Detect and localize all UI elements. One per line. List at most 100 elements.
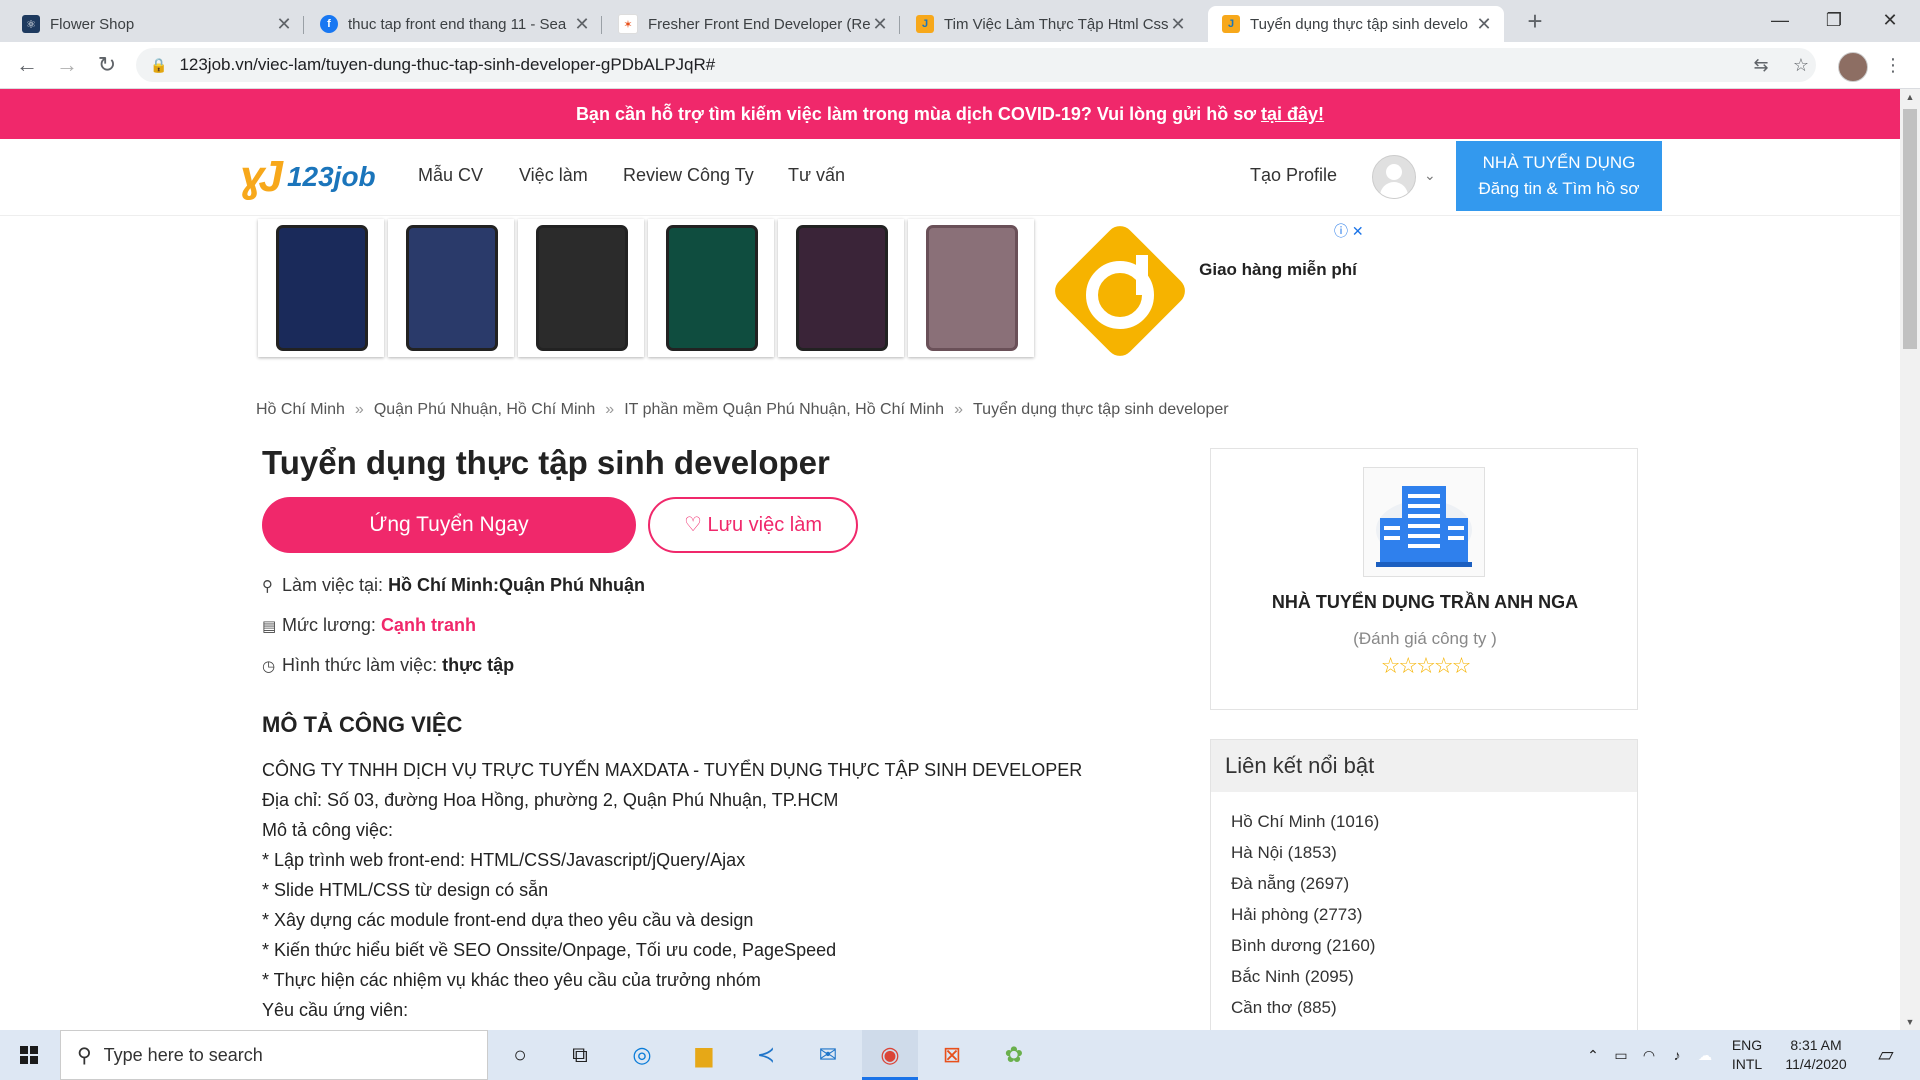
cortana-icon[interactable]: ○ (492, 1030, 548, 1080)
minimize-icon[interactable]: — (1750, 0, 1810, 40)
nav-cv-templates[interactable]: Mẫu CV (418, 165, 483, 186)
company-logo[interactable] (1363, 467, 1485, 577)
wifi-icon[interactable]: ◠ (1636, 1030, 1662, 1080)
create-profile-link[interactable]: Tạo Profile (1250, 165, 1337, 186)
breadcrumb-item[interactable]: Quận Phú Nhuận, Hồ Chí Minh (374, 401, 595, 418)
start-button[interactable] (0, 1030, 58, 1080)
site-logo[interactable]: ɣJ 123job (240, 151, 376, 203)
mail-icon[interactable]: ✉ (800, 1030, 856, 1080)
language-code: ENG (1731, 1037, 1763, 1053)
close-icon[interactable]: ✕ (572, 14, 592, 35)
featured-link[interactable]: Đà nẵng (2697) (1231, 868, 1379, 899)
back-icon[interactable]: ← (12, 50, 42, 80)
new-tab-button[interactable]: + (1520, 6, 1550, 36)
apply-button[interactable]: Ứng Tuyển Ngay (262, 497, 636, 553)
restore-icon[interactable]: ❐ (1804, 0, 1864, 40)
breadcrumb-item-current[interactable]: Tuyển dụng thực tập sinh developer (973, 401, 1229, 418)
scroll-down-icon[interactable]: ▼ (1900, 1014, 1920, 1030)
phone-image (406, 225, 498, 351)
work-type: ◷ Hình thức làm việc: thực tập (262, 655, 514, 676)
featured-link[interactable]: Bình dương (2160) (1231, 930, 1379, 961)
save-job-button[interactable]: ♡ Lưu việc làm (648, 497, 858, 553)
nav-company-review[interactable]: Review Công Ty (623, 165, 754, 186)
browser-profile-avatar[interactable] (1838, 52, 1868, 82)
chrome-icon[interactable]: ◉ (862, 1030, 918, 1080)
bookmark-star-icon[interactable]: ☆ (1788, 52, 1814, 78)
page-scrollbar[interactable]: ▲ ▼ (1900, 89, 1920, 1030)
covid-banner-link[interactable]: tại đây! (1261, 104, 1324, 124)
featured-link[interactable]: Hải phòng (2773) (1231, 899, 1379, 930)
browser-tab[interactable]: ✶ Fresher Front End Developer (Rea ✕ (604, 6, 900, 42)
work-location-value: Hồ Chí Minh:Quận Phú Nhuận (388, 575, 646, 595)
clock[interactable]: 8:31 AM 11/4/2020 (1776, 1030, 1856, 1080)
translate-icon[interactable]: ⇆ (1748, 52, 1774, 78)
scroll-up-icon[interactable]: ▲ (1900, 89, 1920, 105)
xampp-icon[interactable]: ⊠ (924, 1030, 980, 1080)
chevron-down-icon[interactable]: ⌄ (1424, 167, 1436, 184)
ad-product-card[interactable] (388, 219, 514, 357)
featured-link[interactable]: Hồ Chí Minh (1016) (1231, 806, 1379, 837)
user-avatar[interactable] (1372, 155, 1416, 199)
company-rating-label[interactable]: (Đánh giá công ty ) (1211, 629, 1639, 649)
breadcrumb: Hồ Chí Minh» Quận Phú Nhuận, Hồ Chí Minh»… (256, 401, 1229, 418)
breadcrumb-item[interactable]: IT phần mềm Quận Phú Nhuận, Hồ Chí Minh (624, 401, 944, 418)
ad-info-icon[interactable]: ⓘ ✕ (1334, 221, 1364, 241)
ad-product-card[interactable] (648, 219, 774, 357)
company-name[interactable]: NHÀ TUYỂN DỤNG TRẦN ANH NGA (1211, 592, 1639, 613)
close-icon[interactable]: ✕ (274, 14, 294, 35)
covid-banner: Bạn cần hỗ trợ tìm kiếm việc làm trong m… (0, 89, 1900, 139)
facebook-icon: f (320, 15, 338, 33)
vscode-icon[interactable]: ≺ (738, 1030, 794, 1080)
file-explorer-icon[interactable]: ▆ (676, 1030, 732, 1080)
save-job-label: Lưu việc làm (707, 514, 823, 536)
nav-advice[interactable]: Tư vấn (788, 165, 845, 186)
forward-icon[interactable]: → (52, 50, 82, 80)
url-text: 123job.vn/viec-lam/tuyen-dung-thuc-tap-s… (179, 55, 716, 74)
taskbar-search[interactable]: ⚲ Type here to search (60, 1030, 488, 1080)
battery-icon[interactable]: ▭ (1608, 1030, 1634, 1080)
browser-tab[interactable]: f thuc tap front end thang 11 - Sea ✕ (306, 6, 602, 42)
onedrive-icon[interactable]: ☁ (1692, 1030, 1718, 1080)
close-icon[interactable]: ✕ (1168, 14, 1188, 35)
app-icon[interactable]: ✿ (986, 1030, 1042, 1080)
employer-button[interactable]: NHÀ TUYỂN DỤNG Đăng tin & Tìm hồ sơ (1456, 141, 1662, 211)
ad-banner[interactable]: Giao hàng miễn phí ⓘ ✕ (258, 219, 1368, 359)
browser-tab[interactable]: J Tim Việc Làm Thực Tập Html Css ✕ (902, 6, 1198, 42)
work-type-label: Hình thức làm việc: (282, 655, 438, 675)
description-line: * Slide HTML/CSS từ design có sẵn (262, 880, 549, 900)
close-icon[interactable]: ✕ (870, 14, 890, 35)
ad-product-card[interactable] (258, 219, 384, 357)
volume-icon[interactable]: ♪ (1664, 1030, 1690, 1080)
job-title: Tuyển dụng thực tập sinh developer (262, 444, 830, 481)
scrollbar-thumb[interactable] (1903, 109, 1917, 349)
browser-tab-active[interactable]: J Tuyển dụng thực tập sinh develo ✕ (1208, 6, 1504, 42)
browser-menu-icon[interactable]: ⋮ (1880, 52, 1906, 78)
language-indicator[interactable]: ENG INTL (1724, 1030, 1770, 1080)
ad-product-card[interactable] (518, 219, 644, 357)
site-header: ɣJ 123job Mẫu CV Việc làm Review Công Ty… (0, 139, 1900, 216)
tray-chevron-icon[interactable]: ⌃ (1580, 1030, 1606, 1080)
task-view-icon[interactable]: ⧉ (552, 1030, 608, 1080)
reload-icon[interactable]: ↻ (92, 50, 122, 80)
rating-stars-icon[interactable]: ☆☆☆☆☆ (1211, 653, 1639, 679)
ad-product-card[interactable] (908, 219, 1034, 357)
address-bar[interactable]: 🔒 123job.vn/viec-lam/tuyen-dung-thuc-tap… (136, 48, 1816, 82)
ad-product-card[interactable] (778, 219, 904, 357)
salary-label: Mức lương: (282, 615, 376, 635)
description-line: Mô tả công việc: (262, 820, 394, 840)
featured-link[interactable]: Bắc Ninh (2095) (1231, 961, 1379, 992)
phone-image (536, 225, 628, 351)
browser-tab[interactable]: ⚛ Flower Shop ✕ (8, 6, 304, 42)
featured-link[interactable]: Hà Nội (1853) (1231, 837, 1379, 868)
edge-icon[interactable]: ◎ (614, 1030, 670, 1080)
notification-icon[interactable]: ▱ (1866, 1030, 1906, 1080)
featured-link[interactable]: Cần thơ (885) (1231, 992, 1379, 1023)
window-close-icon[interactable]: ✕ (1860, 0, 1920, 40)
tab-title: Tim Việc Làm Thực Tập Html Css (944, 15, 1168, 33)
work-location-label: Làm việc tại: (282, 575, 384, 595)
nav-jobs[interactable]: Việc làm (519, 165, 588, 186)
phone-image (666, 225, 758, 351)
close-icon[interactable]: ✕ (1474, 14, 1494, 35)
clock-date: 11/4/2020 (1785, 1056, 1847, 1072)
breadcrumb-item[interactable]: Hồ Chí Minh (256, 401, 345, 418)
